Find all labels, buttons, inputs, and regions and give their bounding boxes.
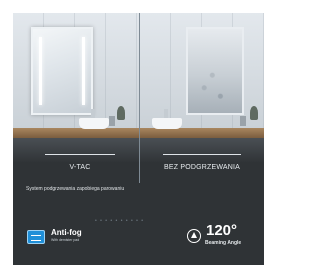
sink: [152, 118, 182, 129]
beam-angle-subtitle: Beaming Angle: [205, 240, 242, 246]
fogged-mirror-photo: [140, 13, 264, 163]
cabinet-front: [13, 138, 139, 163]
no-heating-label: BEZ PODGRZEWANIA: [163, 164, 241, 171]
heating-description: System podgrzewania zapobiega parowaniu: [26, 186, 125, 192]
label-underline-right: [163, 154, 241, 155]
jar: [240, 116, 246, 126]
vtac-label: V-TAC: [69, 164, 91, 171]
fogged-mirror: [186, 27, 244, 115]
product-comparison-card: V-TAC BEZ PODGRZEWANIA System podgrzewan…: [13, 13, 264, 265]
countertop: [13, 128, 139, 138]
comparison-divider: [139, 13, 140, 183]
led-strip-left: [39, 37, 42, 105]
sink: [79, 118, 109, 129]
beam-angle-icon: [187, 229, 201, 243]
beam-angle-value: 120°: [206, 222, 238, 239]
label-underline-left: [45, 154, 115, 155]
antifog-title: Anti-fog: [51, 228, 82, 237]
antifog-icon: [27, 230, 45, 244]
cabinet-front: [140, 138, 264, 163]
pagination-dots: • • • • • • • • • •: [95, 218, 145, 224]
vtac-mirror-photo: [13, 13, 139, 163]
plant: [250, 106, 258, 120]
led-strip-right: [82, 37, 85, 105]
jar: [109, 116, 115, 126]
led-mirror: [31, 27, 93, 115]
antifog-subtitle: With demister pad: [51, 238, 80, 242]
countertop: [140, 128, 264, 138]
plant: [117, 106, 125, 120]
